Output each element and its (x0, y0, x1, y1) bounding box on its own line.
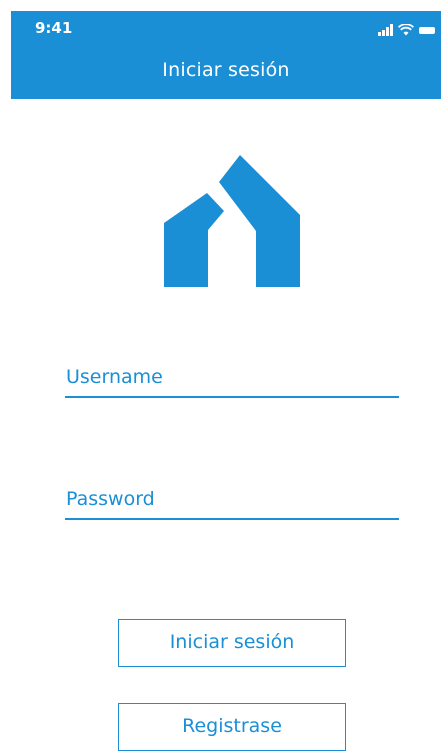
signal-icon (378, 24, 393, 36)
username-label: Username (66, 366, 163, 388)
username-underline (65, 396, 399, 398)
house-logo-icon (164, 155, 300, 287)
password-underline (65, 518, 399, 520)
battery-icon (419, 27, 435, 34)
status-time: 9:41 (35, 19, 73, 37)
page-title: Iniciar sesión (162, 59, 290, 81)
username-field[interactable]: Username (65, 366, 399, 398)
login-button[interactable]: Iniciar sesión (118, 619, 346, 667)
register-button[interactable]: Registrase (118, 703, 346, 751)
app-header: 9:41 Iniciar sesión (11, 11, 441, 99)
password-field[interactable]: Password (65, 488, 399, 520)
wifi-icon (398, 24, 414, 36)
status-icons (378, 20, 435, 36)
password-label: Password (66, 488, 155, 510)
